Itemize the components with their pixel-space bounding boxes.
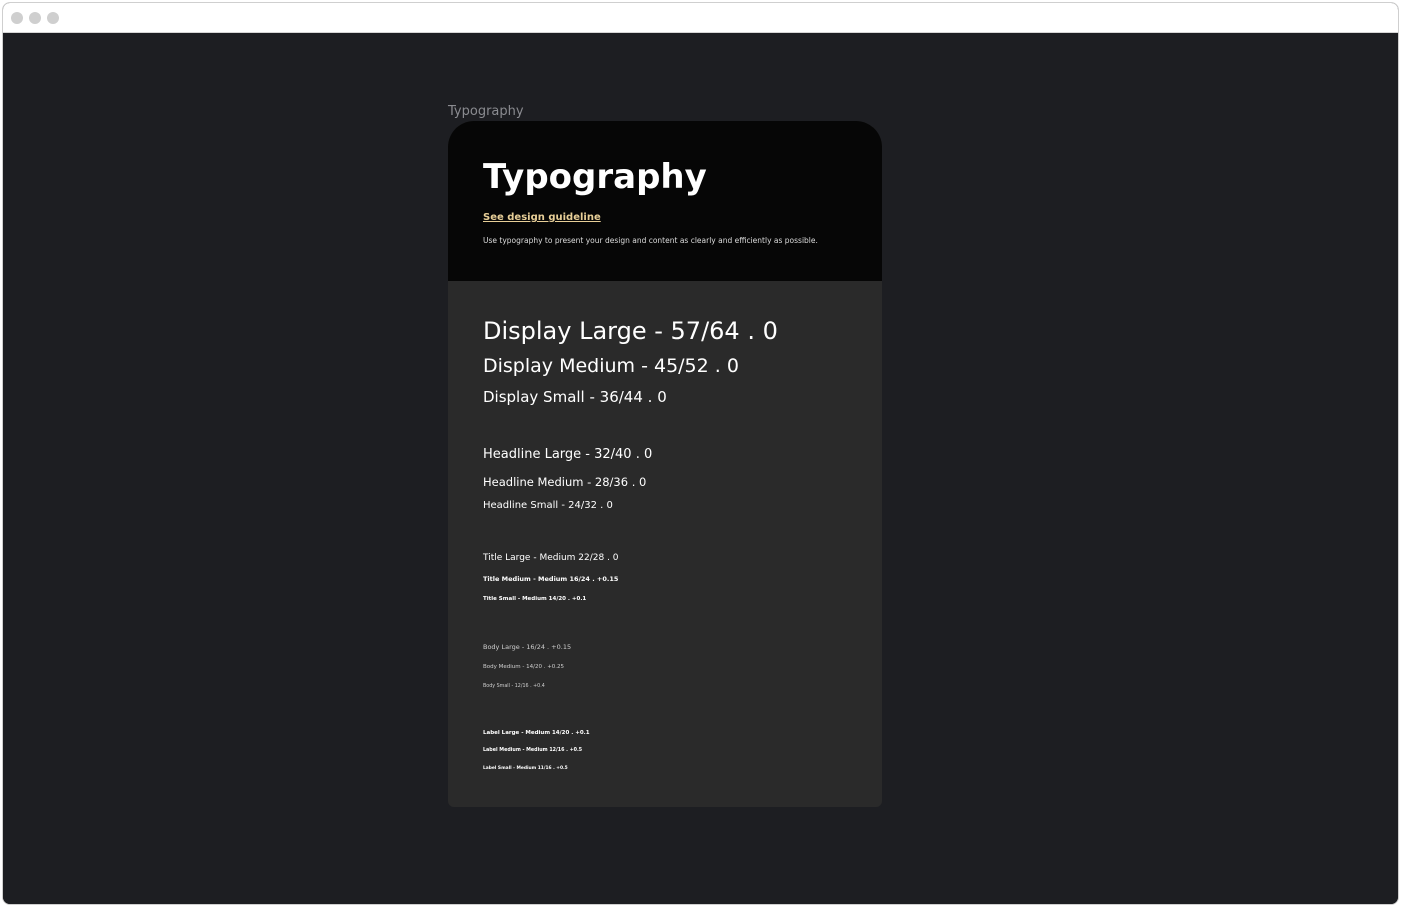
type-label-large: Label Large - Medium 14/20 . +0.1: [483, 730, 590, 736]
type-body-small: Body Small - 12/16 . +0.4: [483, 684, 545, 689]
design-canvas: Typography Typography See design guideli…: [3, 34, 1398, 904]
type-body-medium: Body Medium - 14/20 . +0.25: [483, 664, 565, 670]
card-description: Use typography to present your design an…: [483, 236, 818, 245]
type-title-small: Title Small - Medium 14/20 . +0.1: [483, 596, 587, 602]
type-label-medium: Label Medium - Medium 12/16 . +0.5: [483, 748, 583, 753]
card-title: Typography: [483, 157, 707, 197]
type-headline-large: Headline Large - 32/40 . 0: [483, 447, 653, 462]
type-display-large: Display Large - 57/64 . 0: [483, 317, 778, 345]
type-label-small: Label Small - Medium 11/16 . +0.5: [483, 766, 568, 771]
browser-window: Typography Typography See design guideli…: [2, 2, 1399, 905]
type-headline-small: Headline Small - 24/32 . 0: [483, 500, 613, 511]
type-body-large: Body Large - 16/24 . +0.15: [483, 643, 572, 651]
type-title-medium: Title Medium - Medium 16/24 . +0.15: [483, 575, 619, 583]
window-minimize-dot[interactable]: [29, 12, 41, 24]
window-titlebar: [3, 3, 1398, 33]
type-display-small: Display Small - 36/44 . 0: [483, 388, 667, 406]
type-headline-medium: Headline Medium - 28/36 . 0: [483, 475, 647, 489]
frame-label[interactable]: Typography: [448, 104, 524, 119]
typography-card: Typography See design guideline Use typo…: [448, 121, 882, 807]
window-close-dot[interactable]: [11, 12, 23, 24]
card-header: Typography See design guideline Use typo…: [448, 121, 882, 281]
type-display-medium: Display Medium - 45/52 . 0: [483, 355, 739, 377]
design-guideline-link[interactable]: See design guideline: [483, 212, 601, 223]
type-title-large: Title Large - Medium 22/28 . 0: [483, 553, 619, 563]
window-maximize-dot[interactable]: [47, 12, 59, 24]
